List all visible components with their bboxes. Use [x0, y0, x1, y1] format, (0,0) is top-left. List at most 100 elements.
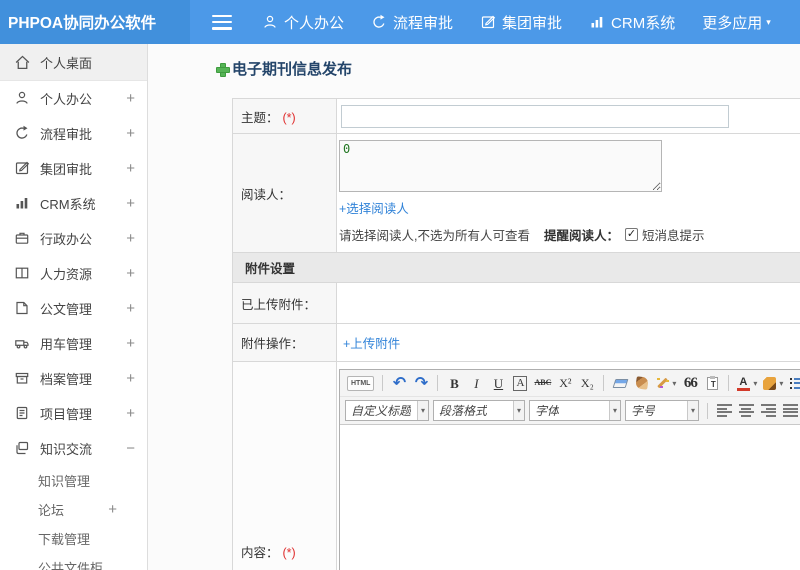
readers-note-row: 请选择阅读人,不选为所有人可查看 提醒阅读人： ✓ 短消息提示 — [339, 225, 800, 244]
sidebar-item-workflow-approval[interactable]: 流程审批 + — [0, 116, 147, 151]
content-row: 内容：(*) HTML↶↷BIUAABCX²X₂▾66▾▾▾ 自定义标题▾段落格… — [232, 361, 800, 570]
superscript-icon[interactable]: X² — [555, 372, 575, 394]
attachment-op-value-cell: +上传附件 — [336, 323, 800, 362]
expand-toggle-icon[interactable]: + — [126, 230, 135, 247]
process-icon — [371, 14, 387, 30]
editor-content-area[interactable] — [340, 425, 800, 570]
subject-input[interactable] — [341, 104, 729, 128]
nav-item-label: 更多应用 — [702, 14, 763, 32]
uploaded-attachments-row: 已上传附件： — [232, 282, 800, 324]
redo-icon[interactable]: ↷ — [411, 372, 431, 394]
readers-value-cell: 0 +选择阅读人 请选择阅读人,不选为所有人可查看 提醒阅读人： ✓ 短消息提示 — [336, 133, 800, 253]
sidebar-item-crm-system[interactable]: CRM系统 + — [0, 186, 147, 221]
sidebar-item-label: 项目管理 — [40, 407, 93, 422]
sidebar-item-personal-office[interactable]: 个人办公 + — [0, 81, 147, 116]
upload-attachment-link[interactable]: +上传附件 — [343, 333, 400, 352]
align-right-icon — [760, 404, 776, 417]
sidebar-item-project-mgmt[interactable]: 项目管理 + — [0, 396, 147, 431]
font-color-icon[interactable]: ▾ — [735, 372, 759, 394]
heading-select-label: 自定义标题 — [351, 404, 412, 418]
paste-text-icon[interactable] — [702, 372, 722, 394]
font-family-select-label: 字体 — [535, 404, 560, 418]
heading-select[interactable]: 自定义标题 ▾ — [345, 400, 429, 421]
nav-item-more-apps[interactable]: 更多应用 ▾ — [702, 12, 771, 33]
expand-toggle-icon[interactable]: + — [126, 265, 135, 282]
subject-row: 主题： (*) — [232, 98, 800, 134]
bold-icon[interactable]: B — [444, 372, 464, 394]
sidebar-item-archive-mgmt[interactable]: 档案管理 + — [0, 361, 147, 396]
font-size-select[interactable]: 字号 ▾ — [625, 400, 699, 421]
sidebar-item-knowledge-mgmt[interactable]: 知识管理 — [0, 466, 147, 495]
expand-toggle-icon[interactable]: + — [126, 405, 135, 422]
chevron-down-icon[interactable]: ▾ — [416, 401, 428, 420]
nav-item-group-approval[interactable]: 集团审批 — [480, 12, 562, 33]
publish-form: 主题： (*) 阅读人： 0 +选择阅读人 请选择阅读人,不选为所有人可查看 提醒… — [232, 98, 800, 570]
sidebar-item-human-resources[interactable]: 人力资源 + — [0, 256, 147, 291]
sidebar-item-knowledge-exchange[interactable]: 知识交流 − — [0, 431, 147, 466]
chevron-down-icon[interactable]: ▾ — [686, 401, 698, 420]
page-title-text: 电子期刊信息发布 — [232, 61, 353, 78]
align-justify-icon[interactable] — [780, 400, 800, 422]
expand-toggle-icon[interactable]: + — [126, 90, 135, 107]
autotypeset-icon — [656, 377, 669, 390]
main-content: 电子期刊信息发布 主题： (*) 阅读人： 0 +选择阅读人 请选择阅读人,不选… — [148, 44, 800, 570]
chevron-down-icon[interactable]: ▾ — [779, 379, 783, 388]
ordered-list-icon[interactable]: ▾ — [787, 372, 800, 394]
expand-toggle-icon[interactable]: + — [108, 501, 117, 518]
source-code-button[interactable]: HTML — [345, 372, 376, 394]
nav-item-crm-system[interactable]: CRM系统 — [589, 12, 675, 33]
subscript-icon[interactable]: X₂ — [577, 372, 597, 394]
undo-icon-glyph: ↶ — [392, 373, 407, 392]
hamburger-menu-icon[interactable] — [212, 14, 232, 30]
sidebar-item-vehicle-mgmt[interactable]: 用车管理 + — [0, 326, 147, 361]
font-box-icon[interactable]: A — [510, 372, 530, 394]
autotypeset-icon[interactable]: ▾ — [654, 372, 678, 394]
sidebar-item-forum[interactable]: 论坛 + — [0, 495, 147, 524]
italic-icon-glyph: I — [474, 375, 479, 391]
expand-toggle-icon[interactable]: + — [126, 160, 135, 177]
sidebar-item-label: 个人桌面 — [40, 55, 93, 71]
font-family-select[interactable]: 字体 ▾ — [529, 400, 621, 421]
expand-toggle-icon[interactable]: + — [126, 300, 135, 317]
align-center-icon[interactable] — [736, 400, 756, 422]
expand-toggle-icon[interactable]: + — [126, 125, 135, 142]
sidebar-item-download-mgmt[interactable]: 下载管理 — [0, 524, 147, 553]
expand-toggle-icon[interactable]: + — [126, 195, 135, 212]
eraser-icon[interactable] — [610, 372, 630, 394]
expand-toggle-icon[interactable]: + — [126, 335, 135, 352]
align-center-icon — [738, 404, 754, 417]
sidebar-item-document-mgmt[interactable]: 公文管理 + — [0, 291, 147, 326]
format-brush-icon — [635, 376, 650, 390]
superscript-icon-glyph: X² — [559, 376, 572, 390]
blockquote-icon[interactable]: 66 — [680, 372, 700, 394]
nav-item-workflow-approval[interactable]: 流程审批 — [371, 12, 453, 33]
content-value-cell: HTML↶↷BIUAABCX²X₂▾66▾▾▾ 自定义标题▾段落格式▾字体▾字号… — [336, 361, 800, 570]
sidebar-item-group-approval[interactable]: 集团审批 + — [0, 151, 147, 186]
process-icon — [14, 125, 31, 142]
format-brush-icon[interactable] — [632, 372, 652, 394]
sidebar-item-admin-office[interactable]: 行政办公 + — [0, 221, 147, 256]
expand-toggle-icon[interactable]: + — [126, 370, 135, 387]
strikethrough-icon[interactable]: ABC — [532, 372, 553, 394]
nav-item-label: CRM系统 — [611, 14, 676, 32]
sidebar-item-public-file-cabinet[interactable]: 公共文件柜 — [0, 553, 147, 570]
undo-icon[interactable]: ↶ — [389, 372, 409, 394]
paragraph-format-select[interactable]: 段落格式 ▾ — [433, 400, 525, 421]
chevron-down-icon[interactable]: ▾ — [608, 401, 620, 420]
sidebar-item-label: 公共文件柜 — [38, 561, 104, 570]
sms-checkbox[interactable]: ✓ — [625, 228, 638, 241]
expand-toggle-icon[interactable]: − — [126, 440, 135, 457]
chevron-down-icon[interactable]: ▾ — [512, 401, 524, 420]
chevron-down-icon[interactable]: ▾ — [753, 379, 757, 388]
readers-textarea[interactable]: 0 — [339, 140, 662, 192]
nav-item-personal-office[interactable]: 个人办公 — [262, 12, 344, 33]
underline-icon[interactable]: U — [488, 372, 508, 394]
align-left-icon[interactable] — [714, 400, 734, 422]
chevron-down-icon[interactable]: ▾ — [672, 379, 676, 388]
align-right-icon[interactable] — [758, 400, 778, 422]
sidebar-item-personal-desktop[interactable]: 个人桌面 — [0, 44, 147, 81]
highlight-color-icon[interactable]: ▾ — [761, 372, 785, 394]
italic-icon[interactable]: I — [466, 372, 486, 394]
select-readers-link[interactable]: +选择阅读人 — [339, 198, 409, 217]
archive-icon — [14, 370, 31, 387]
